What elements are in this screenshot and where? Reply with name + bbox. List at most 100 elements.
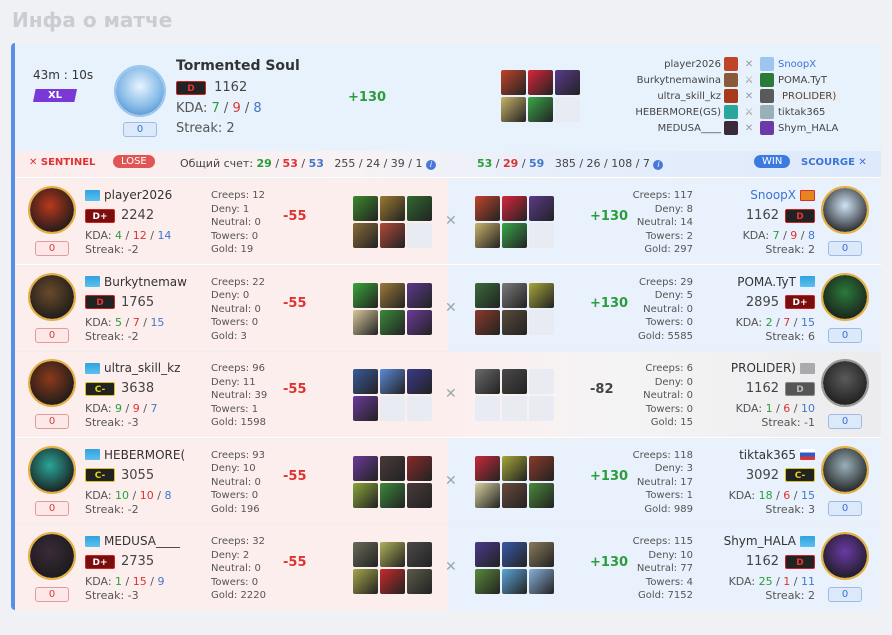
hero-avatar[interactable] <box>821 532 869 580</box>
item-icon[interactable] <box>529 542 554 567</box>
left-player-name[interactable]: Burkytnemawina <box>597 75 721 86</box>
left-player-name[interactable]: player2026 <box>597 59 721 70</box>
item-icon[interactable] <box>380 196 405 221</box>
item-icon[interactable] <box>380 223 405 248</box>
item-icon[interactable] <box>380 309 405 335</box>
player-rank: D+ 2735 <box>85 554 154 569</box>
player-name[interactable]: HEBERMORE( <box>85 448 185 462</box>
left-player-name[interactable]: ultra_skill_kz <box>597 91 721 102</box>
item-icon[interactable] <box>380 455 405 481</box>
player-badge: 0 <box>35 587 69 602</box>
item-icon[interactable] <box>407 455 432 481</box>
item-icon[interactable] <box>407 196 432 221</box>
item-icon[interactable] <box>475 196 500 221</box>
left-player-name[interactable]: MEDUSA____ <box>597 123 721 134</box>
info-icon[interactable]: i <box>425 160 436 170</box>
info-icon[interactable]: i <box>653 160 664 170</box>
item-icon[interactable] <box>380 482 405 508</box>
item-icon[interactable] <box>353 482 378 508</box>
item-icon[interactable] <box>475 369 500 394</box>
hero-avatar[interactable] <box>114 65 166 117</box>
mmr-delta: -55 <box>283 209 307 224</box>
right-player-name[interactable]: POMA.TyT <box>778 75 827 86</box>
player-name[interactable]: ultra_skill_kz <box>85 361 180 375</box>
item-icon[interactable] <box>407 369 432 394</box>
item-icon[interactable] <box>407 282 432 308</box>
item-icon[interactable] <box>380 282 405 308</box>
player-kda: KDA: 1 / 15 / 9 <box>85 575 165 588</box>
item-icon[interactable] <box>353 309 378 335</box>
right-player-name[interactable]: tiktak365 <box>778 107 825 118</box>
right-player-name[interactable]: SnoopX <box>778 59 816 70</box>
item-icon[interactable] <box>380 542 405 567</box>
item-icon[interactable] <box>529 455 554 481</box>
hero-avatar[interactable] <box>28 186 76 234</box>
item-icon[interactable] <box>529 482 554 508</box>
rank-badge: D+ <box>85 554 115 569</box>
player-name[interactable]: Burkytnemaw <box>85 275 187 289</box>
player-badge: 0 <box>35 414 69 429</box>
item-icon[interactable] <box>475 542 500 567</box>
item-icon[interactable] <box>502 223 527 248</box>
hero-avatar[interactable] <box>821 186 869 234</box>
item-icon[interactable] <box>353 455 378 481</box>
player-name[interactable]: POMA.TyT <box>737 275 815 289</box>
item-icon[interactable] <box>475 282 500 308</box>
hero-avatar[interactable] <box>28 359 76 407</box>
player-name[interactable]: player2026 <box>85 188 172 202</box>
item-icon[interactable] <box>353 569 378 594</box>
item-icon[interactable] <box>475 569 500 594</box>
player-name[interactable]: Tormented Soul <box>176 58 300 74</box>
player-name[interactable]: Shym_HALA <box>724 534 815 548</box>
item-icon[interactable] <box>353 223 378 248</box>
item-icon[interactable] <box>502 196 527 221</box>
item-icon[interactable] <box>502 455 527 481</box>
item-icon[interactable] <box>475 455 500 481</box>
item-icon[interactable] <box>501 97 526 122</box>
mmr-delta: -55 <box>283 382 307 397</box>
item-icon[interactable] <box>502 569 527 594</box>
item-icon[interactable] <box>529 196 554 221</box>
item-icon[interactable] <box>353 196 378 221</box>
right-player-name[interactable]: PROLIDER) <box>778 90 841 102</box>
item-icon[interactable] <box>502 482 527 508</box>
item-icon[interactable] <box>502 282 527 308</box>
item-icon[interactable] <box>353 542 378 567</box>
item-icon[interactable] <box>475 309 500 335</box>
hero-avatar[interactable] <box>821 359 869 407</box>
item-icon[interactable] <box>380 569 405 594</box>
player-list-row: MEDUSA____ ✕ Shym_HALA <box>597 120 867 136</box>
item-icon[interactable] <box>407 309 432 335</box>
item-icon[interactable] <box>407 482 432 508</box>
left-player-name[interactable]: HEBERMORE(GS) <box>597 107 721 118</box>
item-icon[interactable] <box>529 282 554 308</box>
item-icon[interactable] <box>502 309 527 335</box>
item-icon[interactable] <box>528 70 553 95</box>
hero-avatar[interactable] <box>821 272 869 321</box>
item-icon[interactable] <box>501 70 526 95</box>
right-player-name[interactable]: Shym_HALA <box>778 123 838 134</box>
hero-avatar[interactable] <box>28 445 76 494</box>
item-icon[interactable] <box>353 396 378 421</box>
player-name[interactable]: MEDUSA____ <box>85 534 180 548</box>
hero-avatar[interactable] <box>28 272 76 321</box>
item-icon[interactable] <box>555 70 580 95</box>
item-icon[interactable] <box>528 97 553 122</box>
item-icon[interactable] <box>380 369 405 394</box>
item-icon[interactable] <box>353 369 378 394</box>
item-icon[interactable] <box>475 482 500 508</box>
item-icon[interactable] <box>407 542 432 567</box>
swords-icon: ✕ <box>445 472 457 489</box>
player-name[interactable]: SnoopX <box>750 188 815 202</box>
item-icon[interactable] <box>502 369 527 394</box>
player-name[interactable]: tiktak365 <box>739 448 815 462</box>
player-name[interactable]: PROLIDER) <box>731 361 815 375</box>
hero-avatar[interactable] <box>28 532 76 580</box>
hero-avatar[interactable] <box>821 445 869 494</box>
item-icon[interactable] <box>475 223 500 248</box>
item-icon[interactable] <box>407 569 432 594</box>
item-icon[interactable] <box>353 282 378 308</box>
item-icon[interactable] <box>529 569 554 594</box>
item-icon[interactable] <box>502 542 527 567</box>
player-items <box>353 196 432 248</box>
